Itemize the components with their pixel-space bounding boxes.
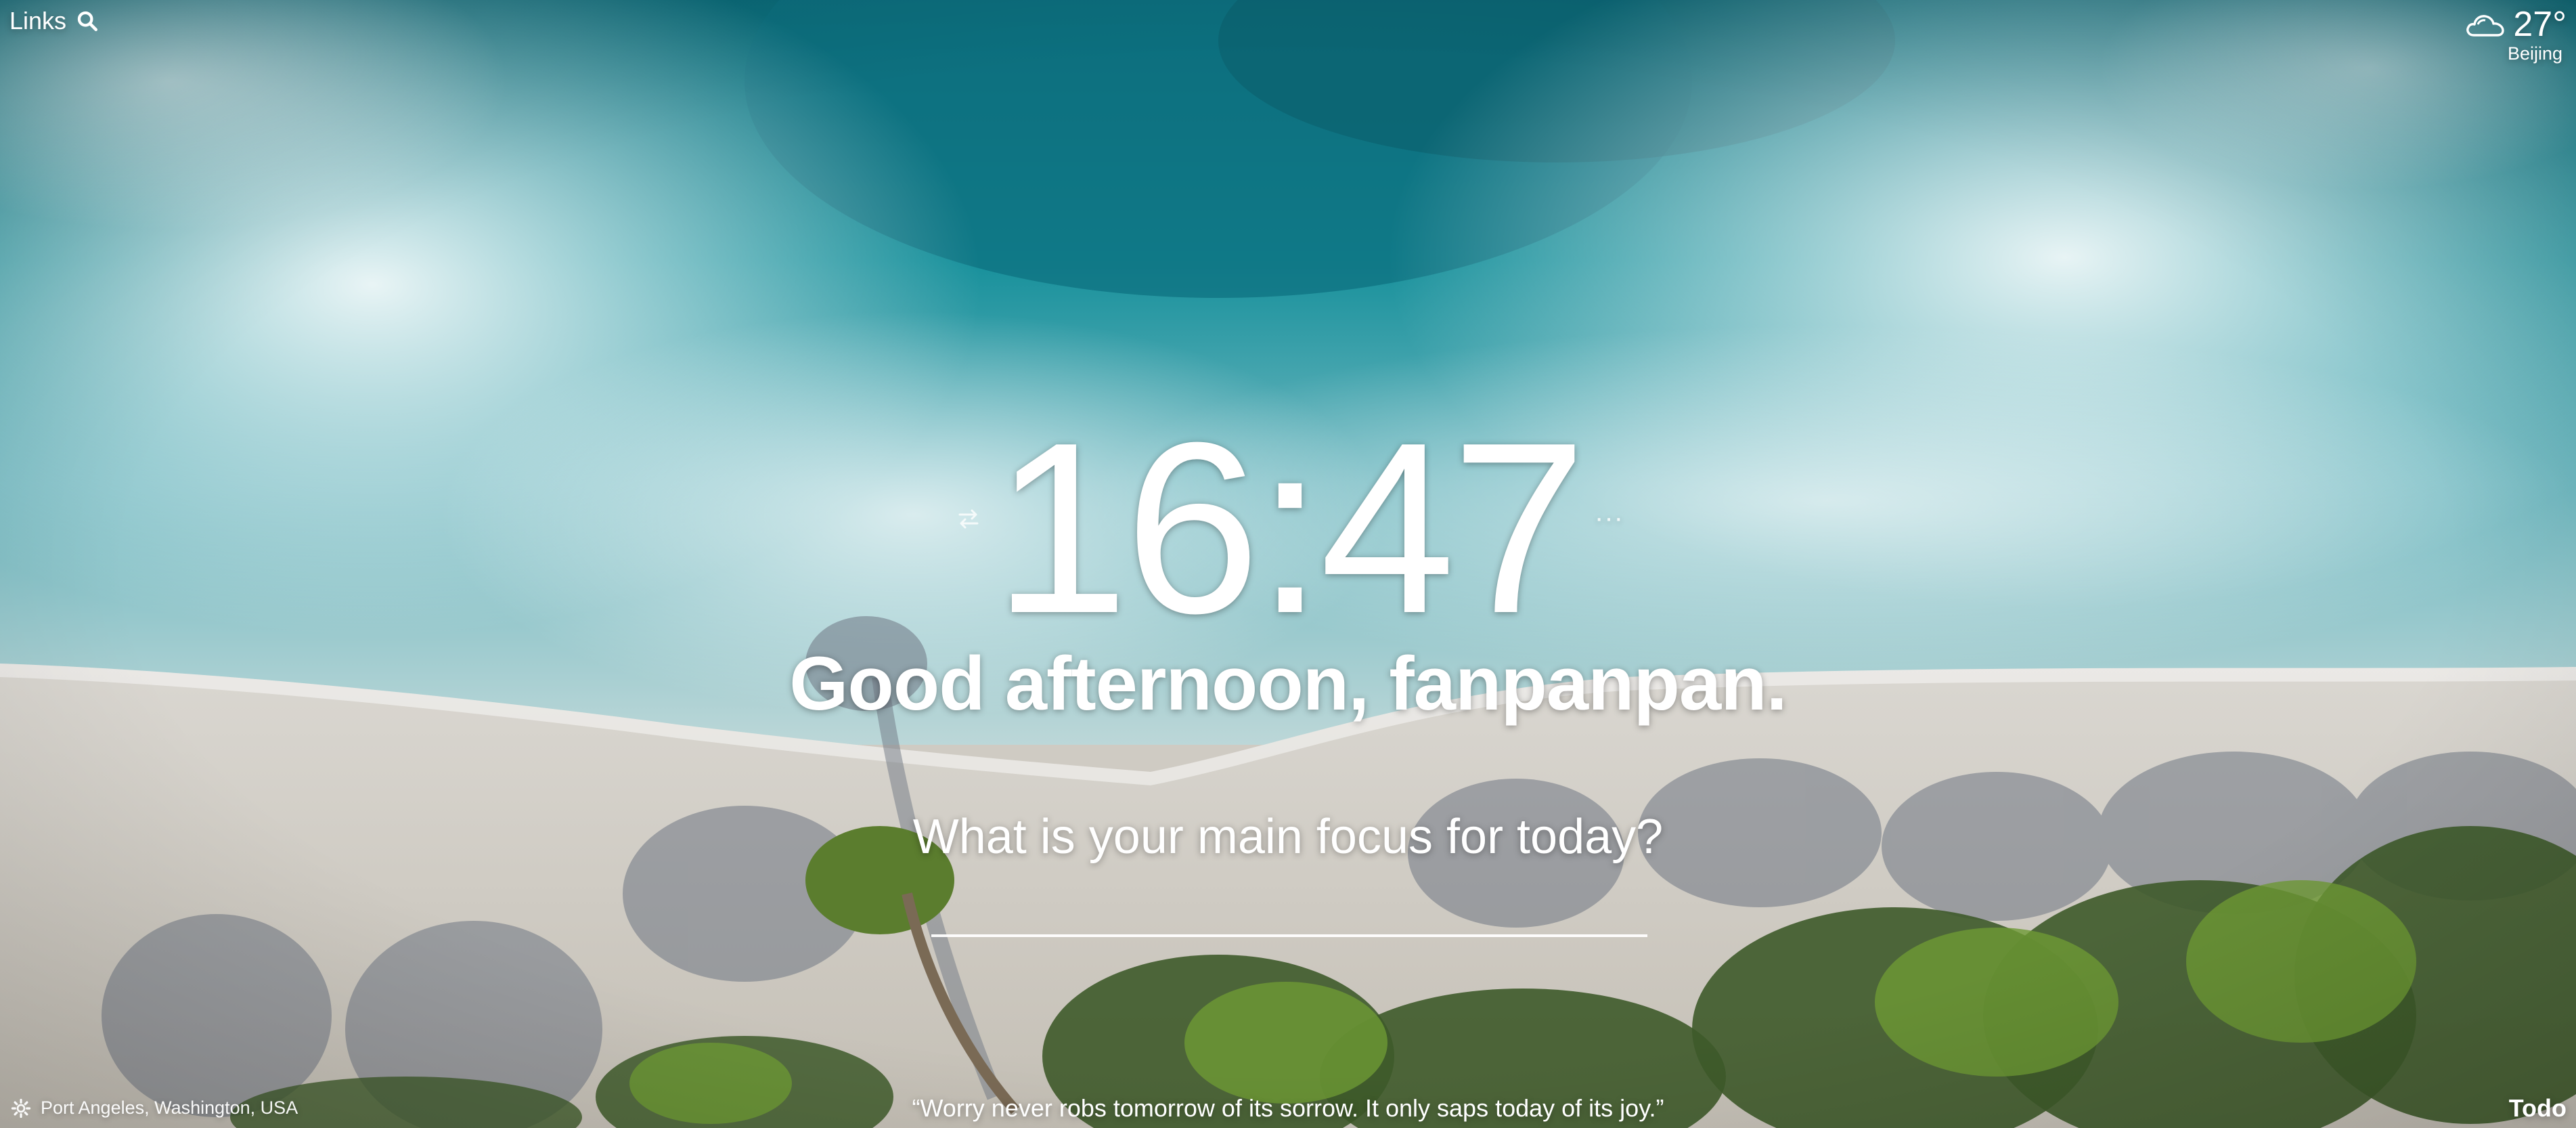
new-tab-dashboard: Links 27° Beijing 16:47 ··· Good afterno… bbox=[0, 0, 2576, 1128]
cloud-icon bbox=[2464, 9, 2506, 39]
links-menu[interactable]: Links bbox=[9, 7, 99, 35]
weather-city: Beijing bbox=[2507, 43, 2562, 64]
clock-time: 16:47 bbox=[993, 392, 1587, 664]
greeting: Good afternoon, fanpanpan. bbox=[789, 641, 1787, 726]
more-icon[interactable]: ··· bbox=[1595, 504, 1624, 532]
search-icon[interactable] bbox=[76, 9, 99, 32]
todo-button[interactable]: Todo bbox=[2509, 1094, 2567, 1123]
focus-question: What is your main focus for today? bbox=[912, 810, 1664, 864]
daily-quote[interactable]: “Worry never robs tomorrow of its sorrow… bbox=[0, 1094, 2576, 1123]
swap-icon[interactable] bbox=[953, 505, 984, 532]
clock-container: 16:47 bbox=[0, 406, 2576, 650]
temperature: 27° bbox=[2513, 5, 2567, 44]
weather-widget[interactable]: 27° Beijing bbox=[2464, 4, 2567, 64]
focus-input[interactable] bbox=[931, 859, 1647, 937]
links-label[interactable]: Links bbox=[9, 7, 66, 35]
